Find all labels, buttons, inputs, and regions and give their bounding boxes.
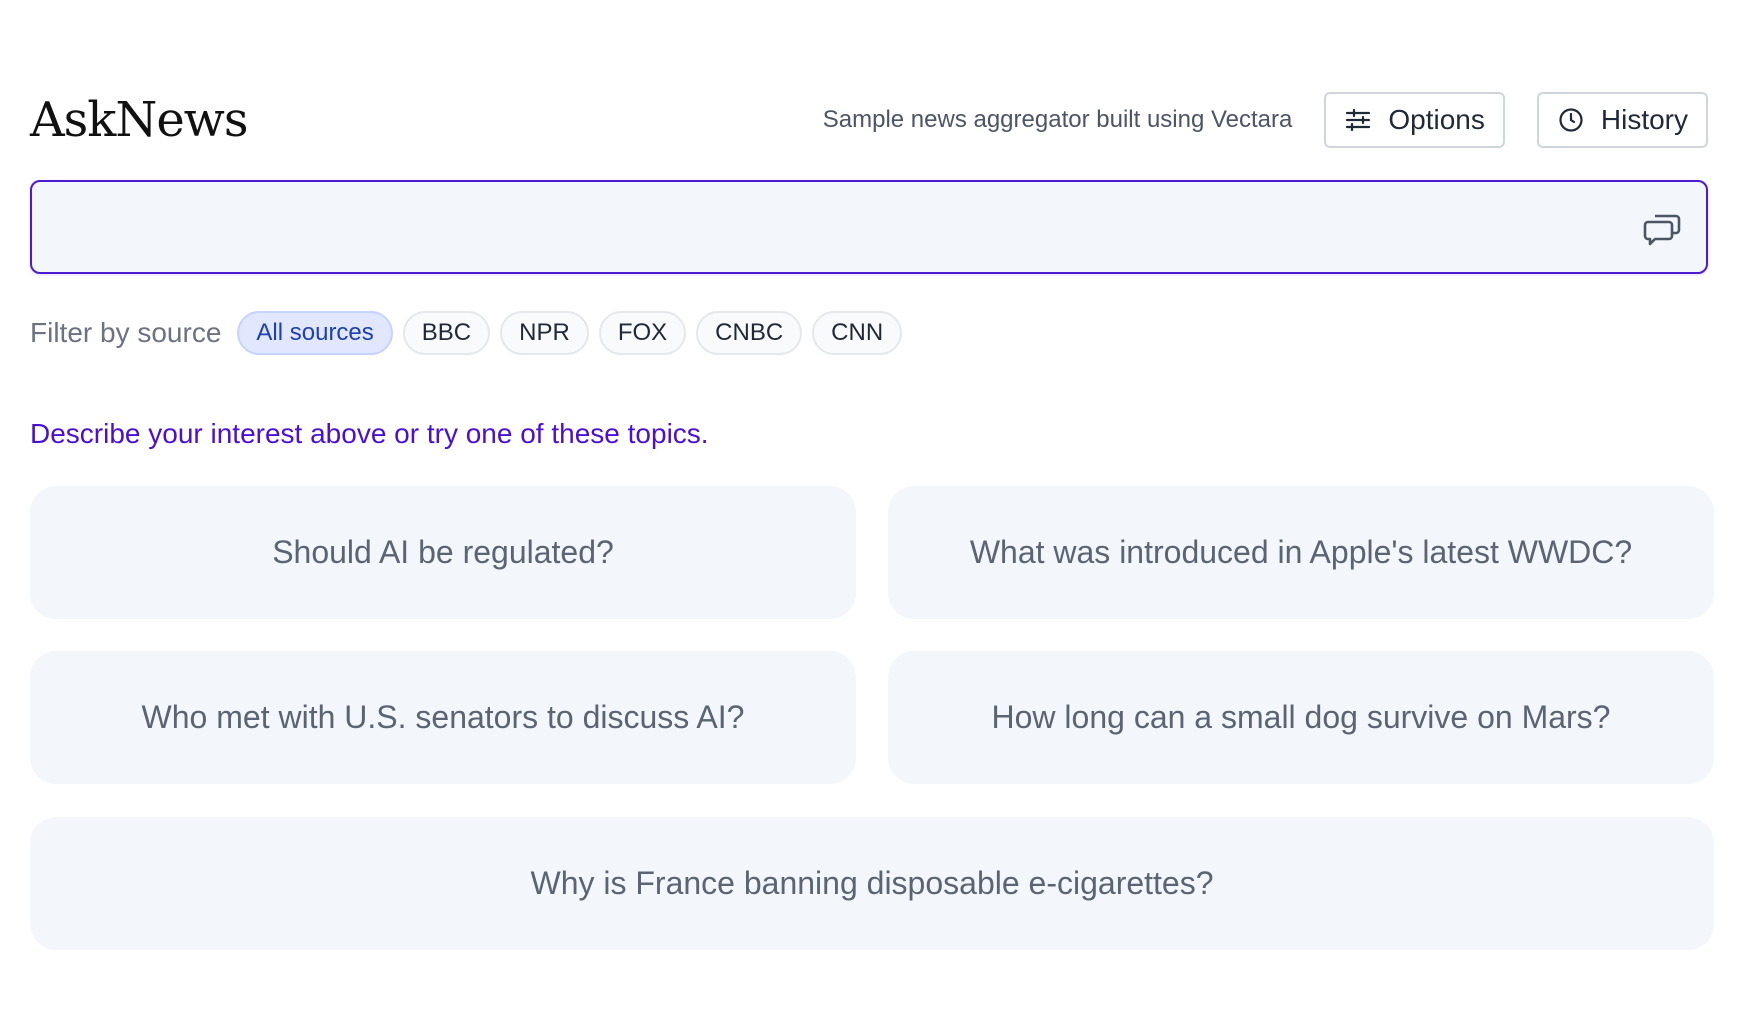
topic-card[interactable]: What was introduced in Apple's latest WW… (888, 486, 1714, 619)
history-button[interactable]: History (1536, 92, 1708, 148)
source-chip-bbc[interactable]: BBC (402, 311, 491, 355)
search-input[interactable] (32, 182, 1706, 272)
source-chip-fox[interactable]: FOX (598, 311, 687, 355)
source-chip-all[interactable]: All sources (237, 311, 393, 355)
search-box[interactable] (30, 180, 1708, 274)
tagline: Sample news aggregator built using Vecta… (822, 106, 1293, 133)
topics-prompt: Describe your interest above or try one … (30, 418, 709, 449)
topic-card[interactable]: Who met with U.S. senators to discuss AI… (30, 651, 856, 784)
source-filter: Filter by source All sources BBC NPR FOX… (30, 311, 912, 355)
filter-label: Filter by source (30, 317, 222, 348)
options-button[interactable]: Options (1324, 92, 1505, 148)
history-label: History (1600, 104, 1688, 135)
sliders-icon (1344, 106, 1372, 134)
header: AskNews Sample news aggregator built usi… (30, 92, 1708, 148)
page: AskNews Sample news aggregator built usi… (0, 0, 1738, 1012)
source-chip-cnbc[interactable]: CNBC (696, 311, 803, 355)
brand-logo: AskNews (30, 92, 249, 148)
topic-card[interactable]: Should AI be regulated? (30, 486, 856, 619)
header-actions: Sample news aggregator built using Vecta… (823, 92, 1708, 148)
chat-bubbles-icon[interactable] (1642, 210, 1682, 248)
topic-card[interactable]: How long can a small dog survive on Mars… (888, 651, 1714, 784)
options-label: Options (1388, 104, 1485, 135)
source-chip-npr[interactable]: NPR (500, 311, 589, 355)
source-chip-cnn[interactable]: CNN (812, 311, 903, 355)
topic-card[interactable]: Why is France banning disposable e-cigar… (30, 817, 1714, 950)
clock-icon (1557, 106, 1585, 134)
